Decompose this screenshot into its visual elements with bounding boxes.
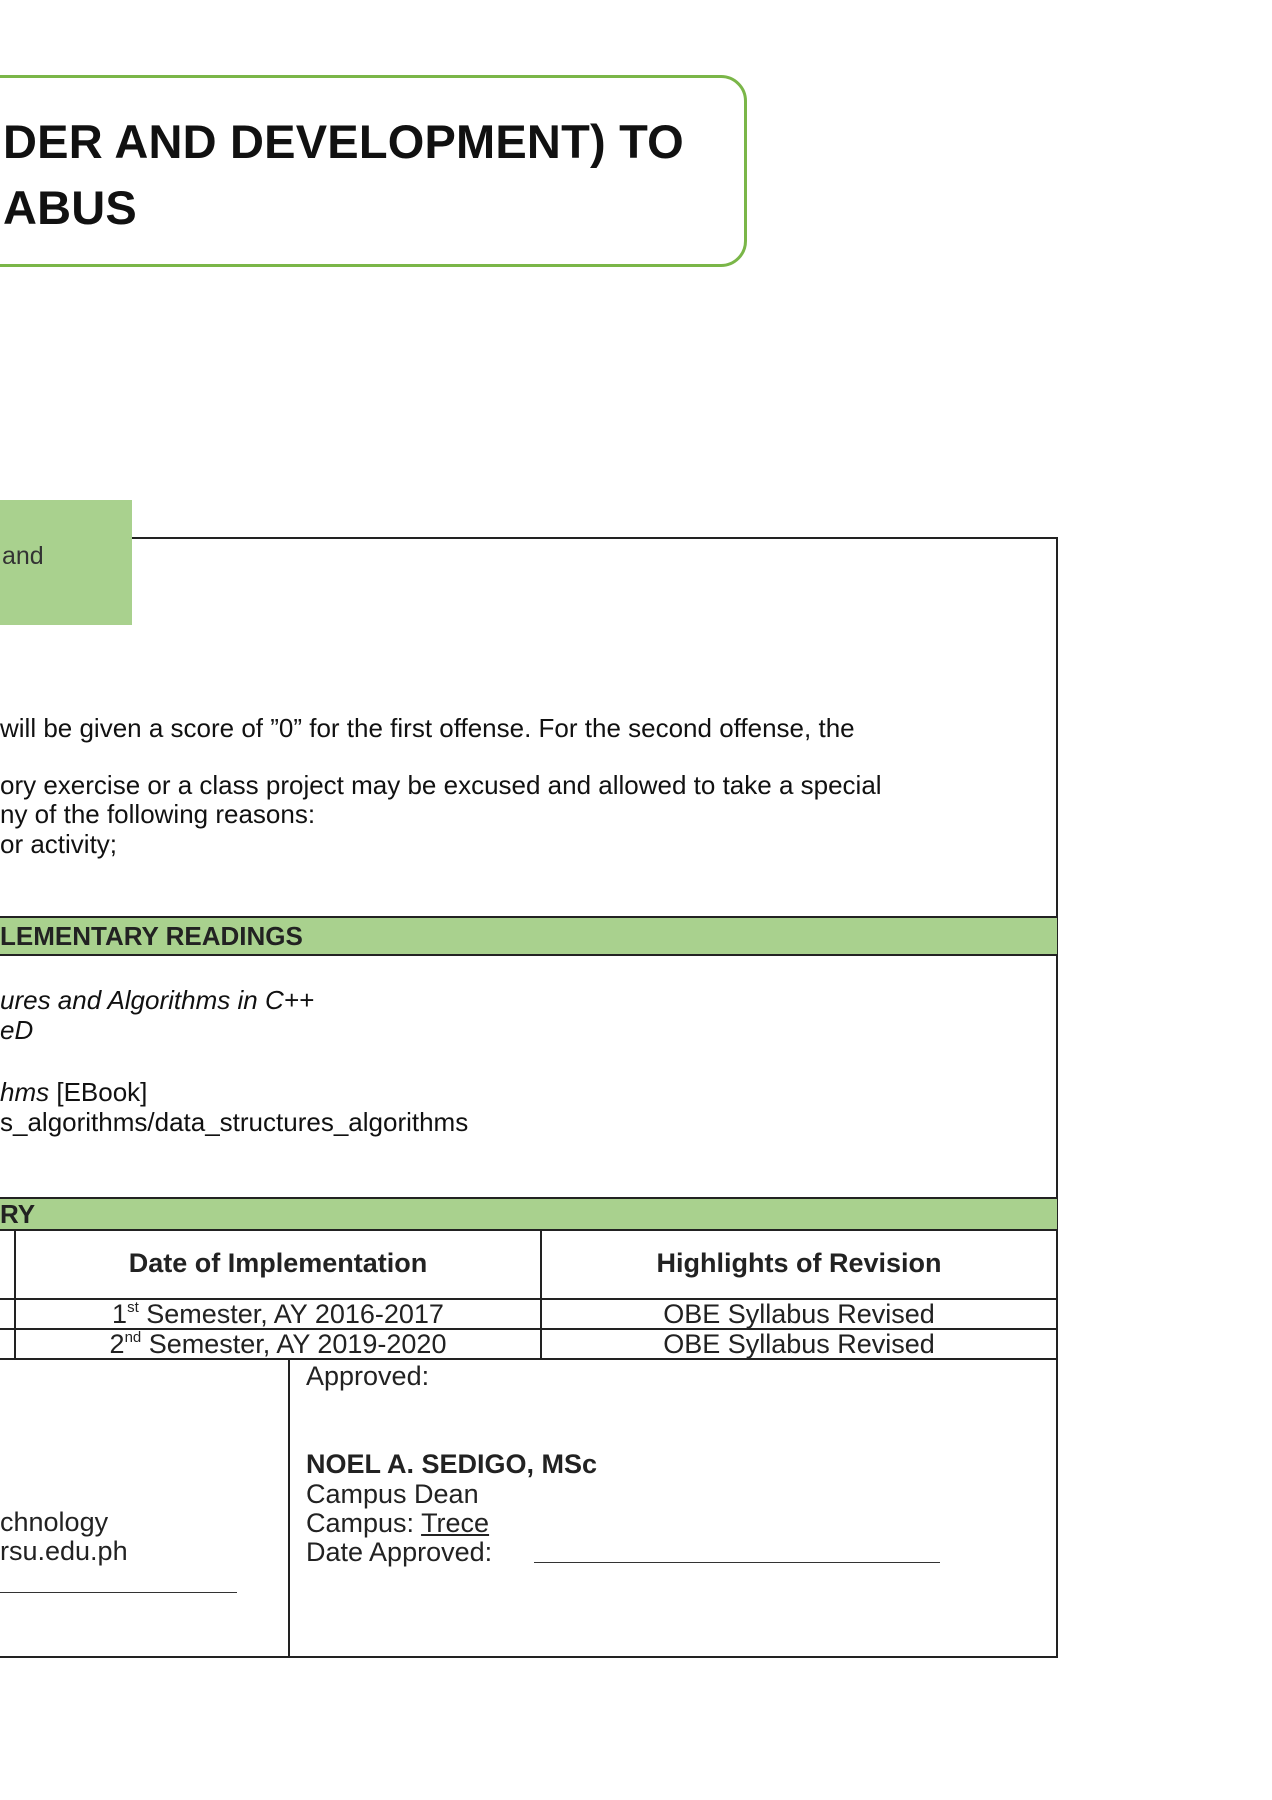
reading-1-edition: eD <box>0 1015 34 1045</box>
policy-line-2: ory exercise or a class project may be e… <box>0 770 882 800</box>
policy-line-1: will be given a score of ”0” for the fir… <box>0 713 855 743</box>
signature-column-divider <box>288 1358 290 1658</box>
prepared-by-department: chnology <box>0 1507 109 1537</box>
ordinal-number: 2 <box>109 1329 125 1359</box>
table-row-2-highlight: OBE Syllabus Revised <box>663 1329 935 1359</box>
readings-header: LEMENTARY READINGS <box>0 921 303 951</box>
reading-1-title: ures and Algorithms in C++ <box>0 985 315 1015</box>
history-header-band: RY <box>0 1199 1057 1229</box>
title-box: DER AND DEVELOPMENT) TO ABUS <box>0 75 747 267</box>
table-row-1-highlight: OBE Syllabus Revised <box>663 1299 935 1329</box>
prepared-signature-line <box>0 1592 237 1593</box>
divider <box>0 1358 1058 1360</box>
date-approved-label: Date Approved: <box>306 1537 493 1567</box>
campus-value: Trece <box>421 1508 490 1538</box>
approver-name: NOEL A. SEDIGO, MSc <box>306 1449 598 1479</box>
ordinal-suffix: nd <box>124 1329 142 1346</box>
semester-text: Semester, AY 2019-2020 <box>141 1329 447 1359</box>
table-bottom-border <box>0 1656 1058 1658</box>
semester-text: Semester, AY 2016-2017 <box>138 1299 444 1329</box>
approver-position: Campus Dean <box>306 1479 479 1509</box>
table-top-border <box>132 537 1057 539</box>
approved-label: Approved: <box>306 1361 430 1391</box>
reading-2: hms [EBook] <box>0 1077 147 1108</box>
approver-campus: Campus: Trece <box>306 1508 489 1539</box>
readings-header-band: LEMENTARY READINGS <box>0 918 1057 954</box>
policy-line-3: ny of the following reasons: <box>0 799 316 829</box>
reading-2-url: s_algorithms/data_structures_algorithms <box>0 1107 469 1137</box>
reading-2-title: hms <box>0 1077 50 1107</box>
ordinal-suffix: st <box>127 1299 139 1316</box>
date-approved-line <box>534 1562 940 1563</box>
reading-2-note: [EBook] <box>49 1077 148 1107</box>
column-header-highlights: Highlights of Revision <box>656 1248 942 1278</box>
section-label-block: and <box>0 500 132 625</box>
table-right-border <box>1056 537 1058 1657</box>
ordinal-number: 1 <box>112 1299 128 1329</box>
table-row-2-date: 2nd Semester, AY 2019-2020 <box>16 1329 540 1360</box>
prepared-by-email: rsu.edu.ph <box>0 1536 128 1566</box>
policy-line-4: or activity; <box>0 829 118 859</box>
section-label-text: and <box>2 542 44 570</box>
column-header-date: Date of Implementation <box>128 1248 428 1278</box>
divider <box>0 954 1058 956</box>
table-row-1-date: 1st Semester, AY 2016-2017 <box>16 1299 540 1330</box>
document-title-line-1: DER AND DEVELOPMENT) TO <box>3 115 684 168</box>
divider <box>0 1229 1058 1231</box>
history-header: RY <box>0 1199 36 1229</box>
document-title-line-2: ABUS <box>3 181 137 234</box>
campus-label: Campus: <box>306 1508 422 1538</box>
